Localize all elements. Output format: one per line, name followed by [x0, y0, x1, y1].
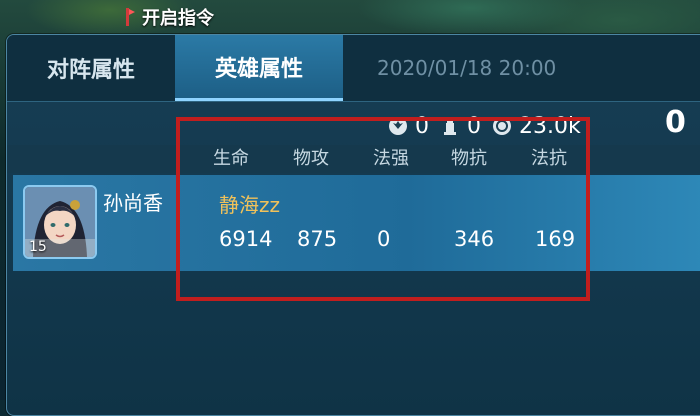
match-timestamp: 2020/01/18 20:00: [377, 56, 557, 80]
command-bar[interactable]: 开启指令: [120, 0, 360, 34]
hero-level: 15: [29, 239, 47, 255]
flag-icon: [126, 8, 135, 26]
command-label: 开启指令: [142, 8, 214, 29]
highlight-box: [176, 117, 590, 301]
hero-name: 孙尚香: [103, 191, 163, 215]
tab-hero-attributes[interactable]: 英雄属性: [175, 35, 343, 101]
hero-avatar: 15: [23, 185, 97, 259]
tab-bar: 对阵属性 英雄属性 2020/01/18 20:00: [7, 35, 700, 102]
tab-match-attributes[interactable]: 对阵属性: [7, 35, 175, 101]
team-score: 0: [665, 105, 686, 140]
